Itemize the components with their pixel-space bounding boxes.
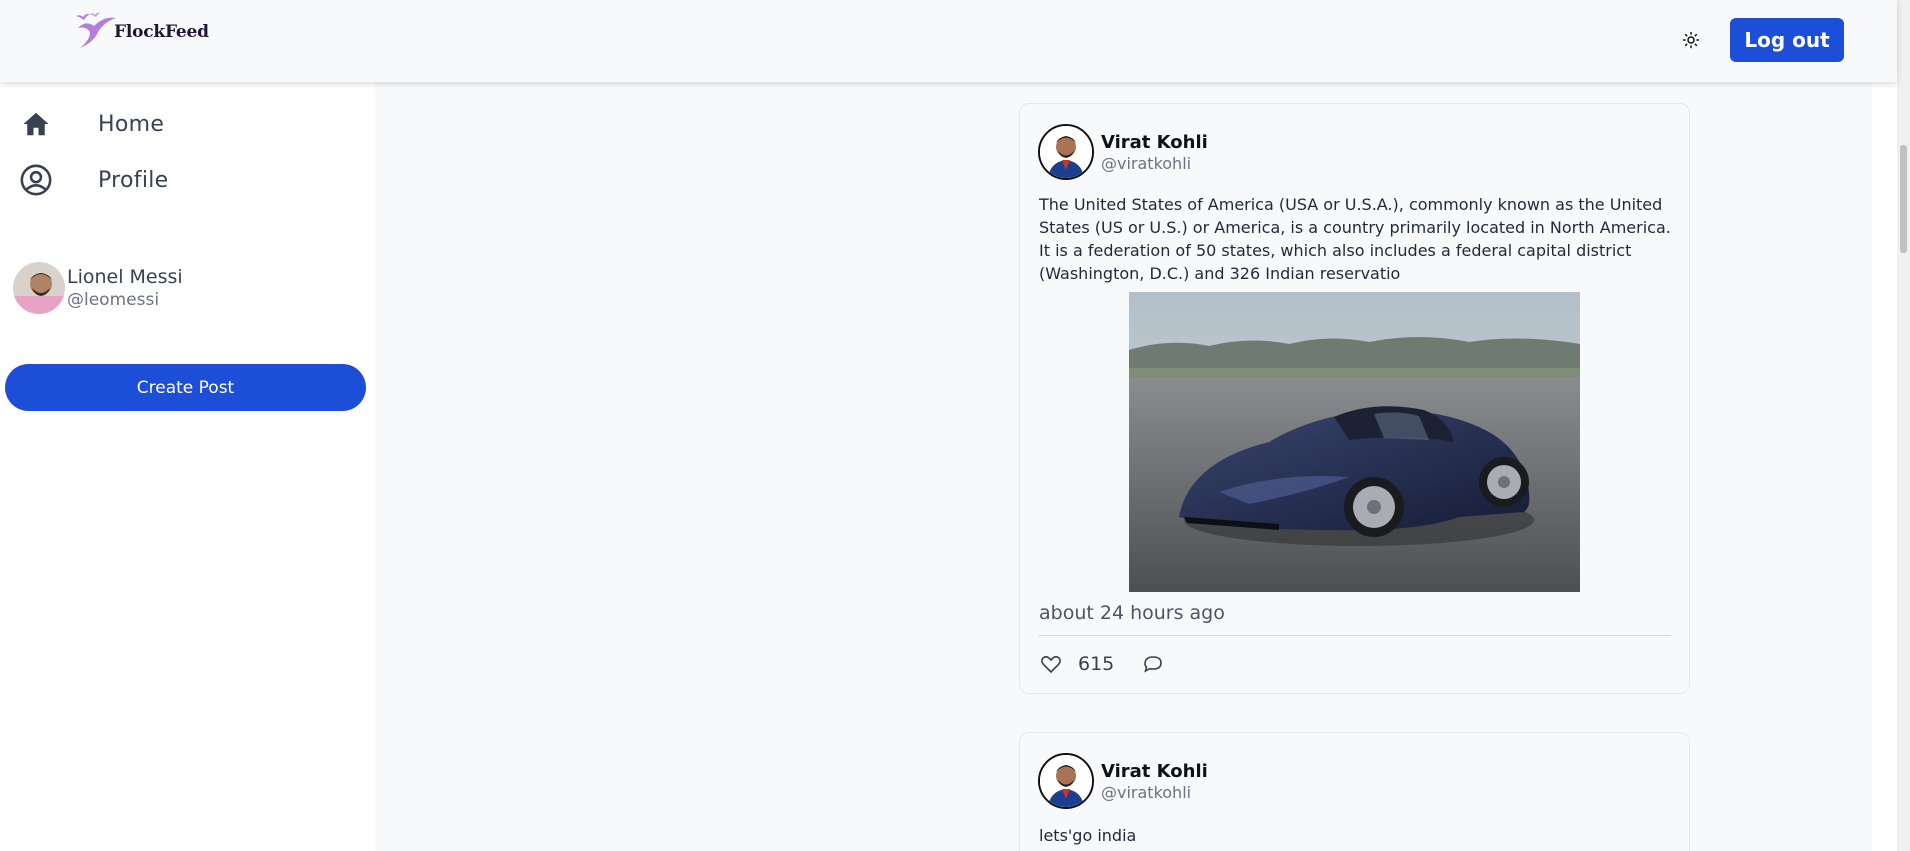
- post-author-handle: @viratkohli: [1101, 782, 1192, 802]
- home-icon: [18, 106, 54, 142]
- post-author-name[interactable]: Virat Kohli: [1101, 132, 1208, 153]
- sidebar-item-label: Home: [98, 111, 165, 137]
- post-card: Virat Kohli @viratkohli lets'go india: [1019, 732, 1690, 851]
- sidebar-item-label: Profile: [98, 167, 169, 193]
- comment-icon[interactable]: [1140, 651, 1166, 677]
- theme-toggle-button[interactable]: [1678, 27, 1704, 53]
- sidebar-item-profile[interactable]: Profile: [18, 162, 169, 198]
- page-scrollbar[interactable]: [1897, 0, 1910, 851]
- logout-button[interactable]: Log out: [1730, 18, 1844, 62]
- like-count: 615: [1078, 653, 1115, 675]
- main-feed[interactable]: Virat Kohli @viratkohli The United State…: [375, 82, 1872, 851]
- brand-name: FlockFeed: [114, 22, 209, 42]
- user-circle-icon: [18, 162, 54, 198]
- post-card: Virat Kohli @viratkohli The United State…: [1019, 103, 1690, 694]
- sidebar: Home Profile Lionel Messi @leomessi Crea…: [0, 82, 375, 851]
- avatar[interactable]: [1038, 124, 1094, 180]
- avatar: [13, 262, 65, 314]
- current-user-card[interactable]: Lionel Messi @leomessi: [13, 262, 183, 314]
- post-actions: 615: [1038, 651, 1166, 677]
- sidebar-item-home[interactable]: Home: [18, 106, 164, 142]
- current-user-name: Lionel Messi: [67, 266, 183, 288]
- post-timestamp: about 24 hours ago: [1039, 602, 1225, 624]
- post-text: The United States of America (USA or U.S…: [1039, 195, 1671, 283]
- post-header: Virat Kohli @viratkohli: [1038, 124, 1208, 180]
- brand-logo[interactable]: FlockFeed: [74, 12, 209, 50]
- create-post-button[interactable]: Create Post: [5, 364, 366, 411]
- post-text: lets'go india: [1039, 826, 1137, 845]
- post-author-handle: @viratkohli: [1101, 153, 1192, 173]
- scrollbar-thumb[interactable]: [1900, 145, 1907, 253]
- post-author-name[interactable]: Virat Kohli: [1101, 761, 1208, 782]
- top-header: FlockFeed Log out: [0, 0, 1897, 82]
- heart-icon[interactable]: [1038, 651, 1064, 677]
- current-user-handle: @leomessi: [67, 290, 160, 310]
- post-divider: [1039, 635, 1671, 636]
- sun-icon: [1682, 31, 1700, 49]
- avatar[interactable]: [1038, 753, 1094, 809]
- post-header: Virat Kohli @viratkohli: [1038, 753, 1208, 809]
- post-image[interactable]: [1129, 292, 1580, 592]
